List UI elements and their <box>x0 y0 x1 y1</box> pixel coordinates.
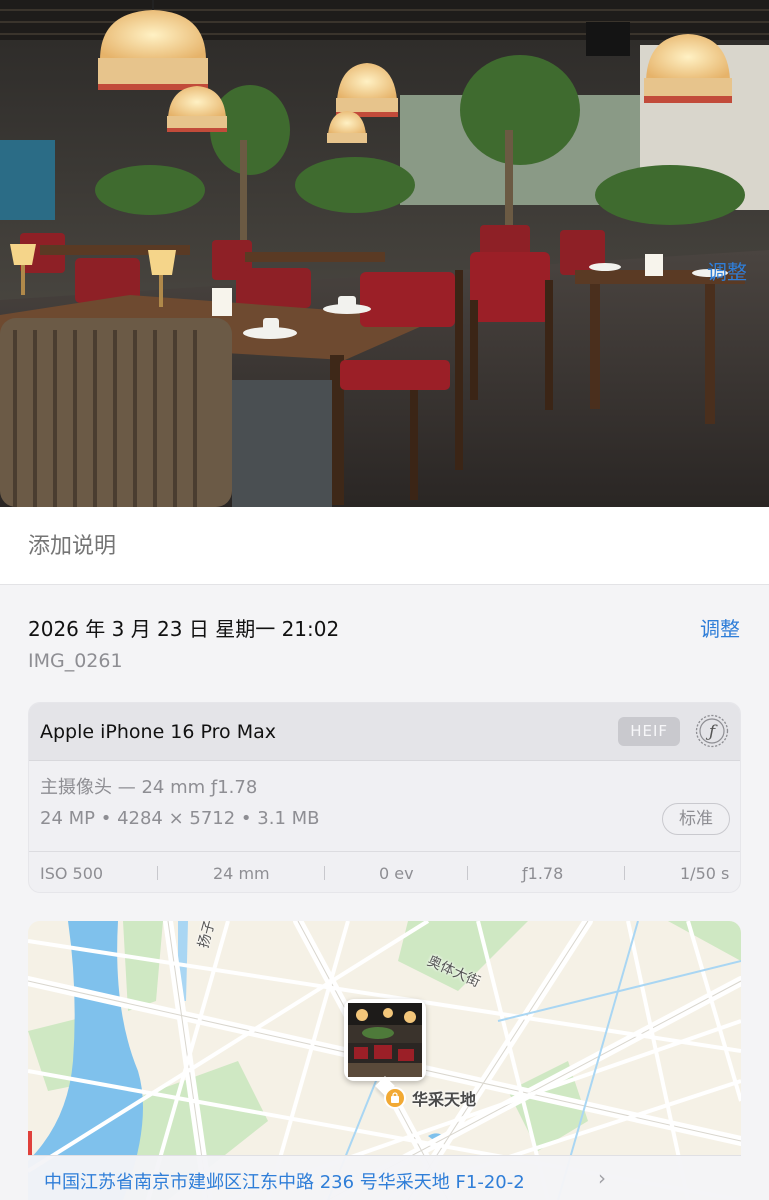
restaurant-photo <box>0 0 769 507</box>
poi-label: 华采天地 <box>412 1090 477 1109</box>
format-badge: HEIF <box>618 717 680 746</box>
address-link[interactable]: 中国江苏省南京市建邺区江东中路 236 号华采天地 F1-20-2 <box>44 1168 525 1194</box>
exif-separator <box>467 866 468 880</box>
metadata-card: Apple iPhone 16 Pro Max HEIF ƒ 主摄像头 — 24… <box>28 702 741 893</box>
exif-focal-length: 24 mm <box>213 864 270 883</box>
caption-area <box>0 507 769 585</box>
metadata-card-header: Apple iPhone 16 Pro Max HEIF ƒ <box>29 703 740 761</box>
exif-shutter-speed: 1/50 s <box>680 864 730 883</box>
quality-badge: 标准 <box>662 803 730 835</box>
svg-text:ƒ: ƒ <box>705 722 718 742</box>
photo-filename: IMG_0261 <box>28 650 123 672</box>
exif-exposure-bias: 0 ev <box>379 864 414 883</box>
shopping-bag-icon <box>384 1087 406 1109</box>
exif-iso: ISO 500 <box>40 864 104 883</box>
exif-aperture: ƒ1.78 <box>522 864 564 883</box>
pin-thumbnail <box>348 1003 422 1077</box>
exif-separator <box>324 866 325 880</box>
exif-separator <box>157 866 158 880</box>
address-bar[interactable]: 中国江苏省南京市建邺区江东中路 236 号华采天地 F1-20-2 › <box>28 1155 741 1200</box>
device-name: Apple iPhone 16 Pro Max <box>40 721 276 743</box>
exif-row: ISO 500 24 mm 0 ev ƒ1.78 1/50 s <box>29 851 740 892</box>
exif-separator <box>624 866 625 880</box>
adjust-location-button[interactable]: 调整 <box>707 256 747 285</box>
chevron-right-icon: › <box>598 1166 606 1190</box>
lens-info: 主摄像头 — 24 mm ƒ1.78 <box>40 777 258 798</box>
adjust-datetime-button[interactable]: 调整 <box>700 613 740 642</box>
photo-viewer[interactable] <box>0 0 769 507</box>
caption-input[interactable] <box>28 529 728 563</box>
photo-location-pin[interactable] <box>344 999 426 1081</box>
image-specs: 24 MP • 4284 × 5712 • 3.1 MB <box>40 808 320 829</box>
poi-marker[interactable]: 华采天地 <box>384 1086 476 1110</box>
photo-datetime: 2026 年 3 月 23 日 星期一 21:02 <box>28 617 340 641</box>
aperture-f-icon[interactable]: ƒ <box>695 714 729 748</box>
location-map[interactable]: 奥体大街 扬子 华采天地 中国江苏省南京市建邺区江东中路 236 号华采天地 F… <box>28 921 741 1200</box>
